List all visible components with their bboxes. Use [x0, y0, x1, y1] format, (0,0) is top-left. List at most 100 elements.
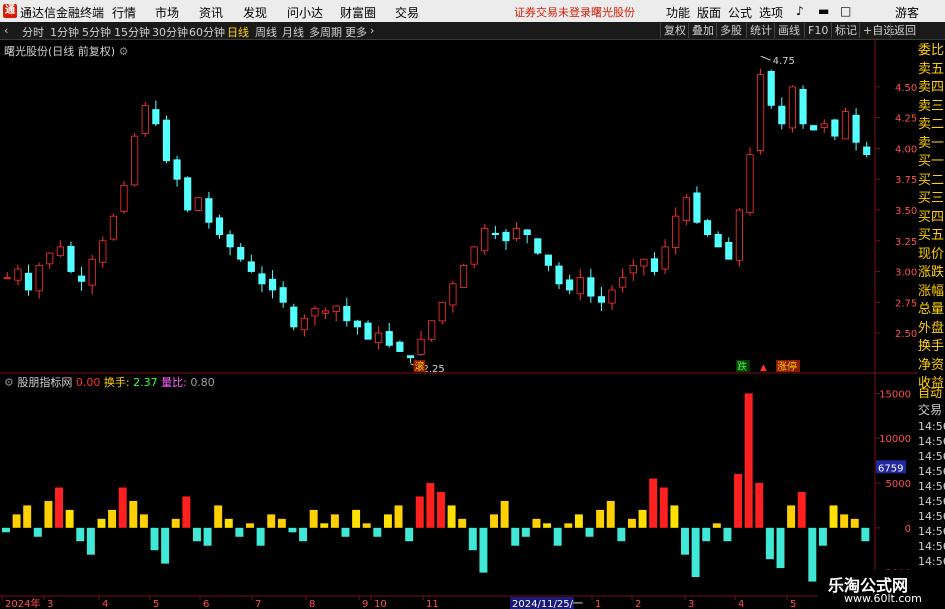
indicator-bar-negative — [235, 527, 244, 537]
menu-market-quotes[interactable]: 行情 — [112, 4, 136, 21]
guest-label[interactable]: 游客 — [895, 4, 919, 21]
indicator-bar-negative — [76, 527, 85, 542]
indicator-bar-positive — [649, 478, 658, 528]
indicator-bar-negative — [691, 527, 700, 578]
candle-down — [173, 159, 181, 180]
button-draw-line[interactable]: 画线 — [774, 23, 803, 38]
tab-1min[interactable]: 1分钟 — [50, 24, 79, 40]
button-f10[interactable]: F10 — [804, 23, 831, 38]
price-tick-label: 3.50 — [895, 206, 917, 217]
tab-monthly[interactable]: 月线 — [282, 24, 304, 40]
indicator-bar-negative — [861, 527, 870, 542]
candle-up — [311, 308, 319, 317]
quote-label: 买二 — [918, 172, 945, 188]
menu-market[interactable]: 市场 — [155, 4, 179, 21]
candle-down — [237, 247, 245, 260]
candle-up — [576, 277, 584, 295]
menu-layout[interactable]: 版面 — [697, 4, 721, 21]
price-tick-label: 2.75 — [895, 298, 917, 309]
candle-down — [597, 296, 606, 303]
tab-weekly[interactable]: 周线 — [255, 24, 277, 40]
indicator-tick-label: 5000 — [886, 479, 911, 490]
button-adjust[interactable]: 复权 — [660, 23, 689, 38]
candle-up — [661, 246, 669, 270]
window-icon[interactable]: □ — [840, 4, 851, 18]
trade-time: 14:56 — [918, 450, 945, 463]
tab-daily[interactable]: 日线 — [227, 24, 249, 40]
tab-intraday[interactable]: 分时 — [22, 24, 44, 40]
turnover-label: 换手: — [103, 376, 130, 389]
minimize-icon[interactable]: ▬ — [818, 4, 829, 18]
indicator-tick-label: 0 — [905, 524, 911, 535]
indicator-bar-positive — [712, 523, 721, 528]
kline-chart-svg[interactable]: 4.504.254.003.753.503.253.002.752.501500… — [0, 40, 945, 609]
menu-options[interactable]: 选项 — [759, 4, 783, 21]
candle-up — [459, 264, 468, 288]
trade-button[interactable]: 交易 — [918, 402, 945, 419]
indicator-bar-negative — [681, 527, 689, 555]
menu-trade[interactable]: 交易 — [395, 4, 419, 21]
button-back[interactable]: 返回 — [890, 23, 919, 38]
indicator-bar-positive — [23, 505, 32, 528]
indicator-bar-positive — [755, 483, 764, 528]
tab-more[interactable]: 更多 — [345, 24, 367, 40]
candle-up — [194, 197, 202, 211]
menu-function[interactable]: 功能 — [666, 4, 690, 21]
candle-up — [788, 86, 797, 129]
title-bar: 通 通达信金融终端 行情 市场 资讯 发现 问小达 财富圈 交易 证券交易未登录… — [0, 0, 945, 22]
trade-time: 14:56 — [918, 420, 945, 433]
menu-wealth-circle[interactable]: 财富圈 — [340, 4, 376, 21]
candle-up — [512, 228, 521, 240]
kline-chart-area[interactable]: 4.50 4.25 4.00 3.75 3.50 3.25 3.00 2.75 2.50 1500… — [0, 40, 945, 609]
menu-formula[interactable]: 公式 — [728, 4, 752, 21]
candle-up — [56, 246, 64, 257]
candle-up — [332, 305, 340, 312]
candle-down — [852, 114, 860, 143]
candle-down — [544, 254, 552, 266]
settings-gear-icon[interactable]: ⚙ — [119, 45, 129, 58]
indicator-gear-icon[interactable]: ⚙ — [4, 376, 14, 389]
period-toolbar: ‹ 分时 1分钟 5分钟 15分钟 30分钟 60分钟 日线 周线 月线 多周期… — [0, 22, 945, 40]
indicator-bar-positive — [383, 514, 392, 528]
tab-15min[interactable]: 15分钟 — [114, 24, 150, 40]
tab-30min[interactable]: 30分钟 — [152, 24, 188, 40]
indicator-bar-positive — [267, 514, 276, 528]
tag-down: 跌 — [737, 360, 747, 373]
button-mark[interactable]: 标记 — [831, 23, 860, 38]
candle-down — [247, 261, 255, 272]
trade-time: 14:56 — [918, 480, 945, 493]
button-multi-stock[interactable]: 多股 — [716, 23, 745, 38]
price-tick-label: 4.25 — [895, 114, 917, 125]
bell-icon[interactable]: ♪ — [796, 4, 804, 18]
candle-down — [205, 198, 213, 223]
menu-ask[interactable]: 问小达 — [287, 4, 323, 21]
menu-discover[interactable]: 发现 — [243, 4, 267, 21]
indicator-bar-negative — [808, 527, 817, 582]
trade-login-notice[interactable]: 证券交易未登录 — [514, 4, 591, 20]
tab-5min[interactable]: 5分钟 — [82, 24, 111, 40]
indicator-bar-positive — [12, 514, 21, 528]
candle-down — [77, 275, 86, 282]
candle-up — [46, 252, 54, 265]
button-overlay[interactable]: 叠加 — [688, 23, 717, 38]
candle-down — [385, 331, 393, 346]
chevron-right-icon[interactable]: › — [370, 24, 374, 37]
indicator-bar-negative — [521, 527, 530, 537]
candle-up — [88, 258, 96, 286]
candle-up — [428, 320, 436, 340]
indicator-bar-positive — [309, 509, 318, 528]
candle-up — [120, 184, 128, 212]
menu-news[interactable]: 资讯 — [199, 4, 223, 21]
indicator-name[interactable]: 股朋指标网 — [17, 376, 72, 389]
indicator-bar-positive — [734, 474, 743, 528]
quote-label: 买一 — [918, 154, 945, 169]
low-marker-label: 2.25 — [422, 364, 444, 375]
left-arrow-icon[interactable]: ‹ — [4, 24, 8, 37]
tab-multi-period[interactable]: 多周期 — [309, 24, 342, 40]
auto-button[interactable]: 自动 — [918, 385, 945, 402]
button-statistics[interactable]: 统计 — [746, 23, 775, 38]
candle-up — [746, 154, 754, 214]
tab-60min[interactable]: 60分钟 — [189, 24, 225, 40]
indicator-bar-positive — [744, 393, 753, 528]
indicator-bar-positive — [659, 487, 668, 528]
